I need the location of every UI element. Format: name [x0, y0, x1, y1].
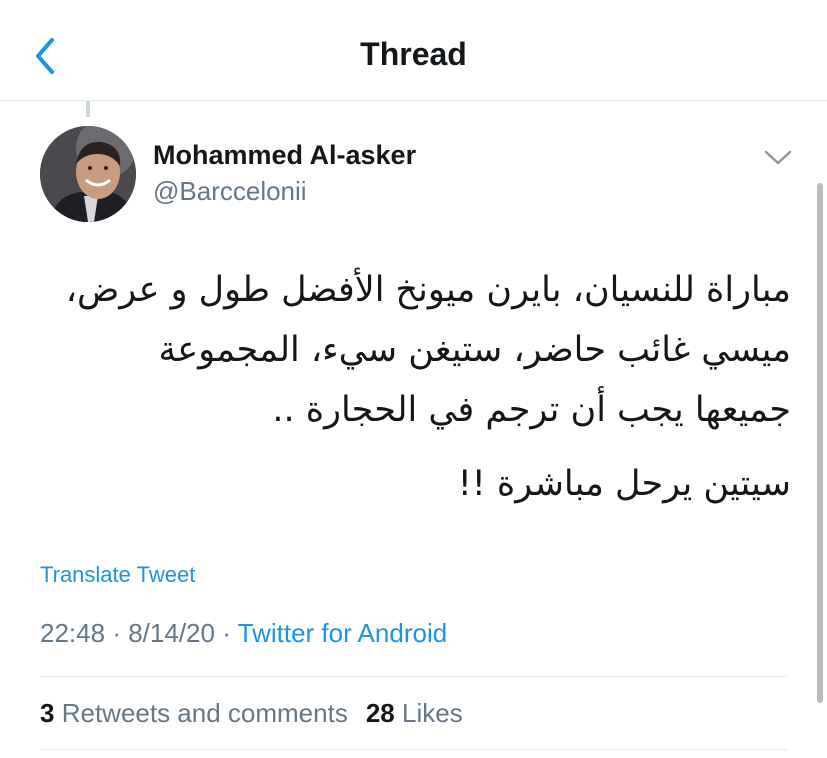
likes-stat[interactable]: 28 Likes	[366, 698, 463, 728]
tweet-paragraph: سيتين يرحل مباشرة !!	[457, 464, 791, 504]
likes-count: 28	[365, 698, 395, 728]
author-name[interactable]: Mohammed Al-asker	[153, 140, 416, 171]
divider	[40, 749, 788, 750]
meta-separator: ·	[222, 618, 231, 648]
tweet-stats: 3 Retweets and comments 28 Likes	[40, 698, 463, 729]
translate-tweet-link[interactable]: Translate Tweet	[40, 562, 195, 588]
page-title: Thread	[360, 36, 467, 72]
retweets-stat[interactable]: 3 Retweets and comments	[40, 698, 348, 728]
tweet-options-button[interactable]	[762, 146, 794, 168]
retweets-label: Retweets and comments	[61, 698, 348, 728]
thread-header: Thread	[0, 0, 827, 101]
tweet-metadata: 22:48 · 8/14/20 · Twitter for Android	[40, 618, 447, 649]
thread-connector-line	[86, 101, 90, 117]
author-handle[interactable]: @Barccelonii	[153, 176, 307, 207]
profile-photo	[40, 126, 136, 222]
retweets-count: 3	[40, 698, 55, 728]
tweet-text: مباراة للنسيان، بايرن ميونخ الأفضل طول و…	[40, 260, 791, 514]
avatar[interactable]	[40, 126, 136, 222]
tweet-paragraph: مباراة للنسيان، بايرن ميونخ الأفضل طول و…	[65, 270, 791, 430]
meta-separator: ·	[112, 618, 121, 648]
scrollbar[interactable]	[817, 183, 823, 703]
tweet-date: 8/14/20	[128, 618, 215, 648]
tweet-source-link[interactable]: Twitter for Android	[238, 618, 448, 648]
tweet-time: 22:48	[40, 618, 106, 648]
divider	[40, 676, 788, 677]
likes-label: Likes	[402, 698, 463, 728]
chevron-down-icon[interactable]	[762, 146, 794, 168]
